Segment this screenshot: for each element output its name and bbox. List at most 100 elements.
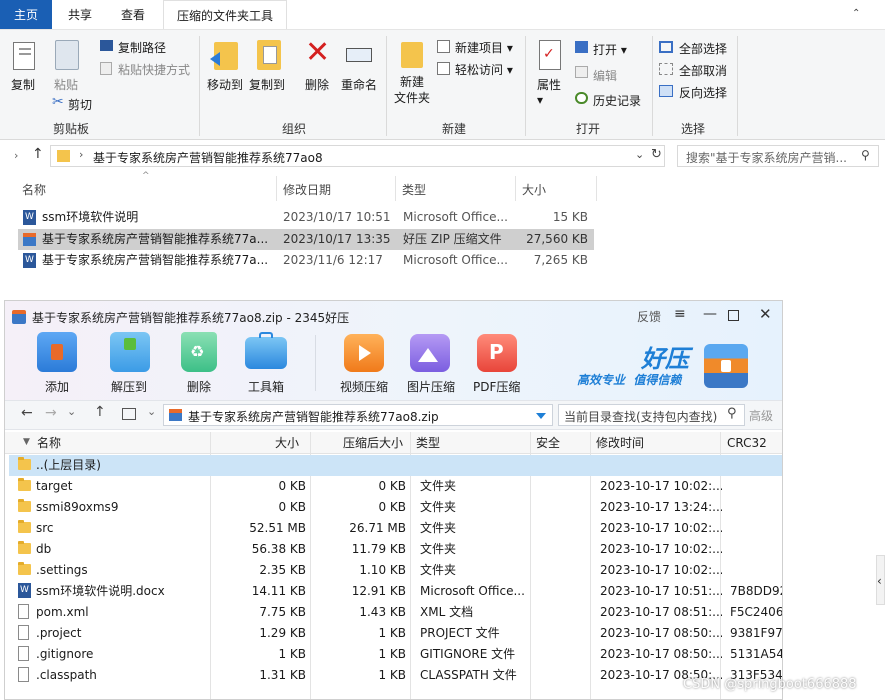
advanced-search-link[interactable]: 高级	[749, 407, 773, 424]
column-header-type[interactable]: 类型	[416, 432, 440, 454]
side-collapse-handle[interactable]: ‹	[876, 555, 885, 605]
archive-row[interactable]: .settings 2.35 KB 1.10 KB 文件夹 2023-10-17 10:…	[9, 560, 782, 581]
row-compressed-size: 26.71 MB	[349, 521, 406, 535]
column-header-compressed-size[interactable]: 压缩后大小	[343, 432, 403, 454]
archive-row[interactable]: pom.xml 7.75 KB 1.43 KB XML 文档 2023-10-17 08…	[9, 602, 782, 623]
forward-arrow-icon[interactable]: →	[45, 405, 57, 421]
tab-compressed-tools[interactable]: 压缩的文件夹工具	[163, 0, 287, 29]
column-header-name[interactable]: 名称	[22, 181, 46, 198]
column-header-size[interactable]: 大小	[522, 181, 546, 198]
column-header-security[interactable]: 安全	[536, 432, 560, 454]
copy-to-button[interactable]: 复制到	[249, 76, 285, 93]
file-row-selected[interactable]: 基于专家系统房产营销智能推荐系统77a... 2023/10/17 13:35 …	[18, 229, 594, 250]
feedback-link[interactable]: 反馈	[637, 308, 661, 325]
row-compressed-size: 0 KB	[378, 479, 406, 493]
column-header-crc32[interactable]: CRC32	[727, 432, 767, 454]
file-icon	[18, 667, 29, 682]
select-all-icon	[659, 41, 673, 53]
archive-row[interactable]: ssmi89oxms9 0 KB 0 KB 文件夹 2023-10-17 13:24:.…	[9, 497, 782, 518]
address-bar[interactable]: › 基于专家系统房产营销智能推荐系统77ao8 ⌄ ↻	[50, 145, 665, 167]
view-mode-chevron-icon[interactable]: ⌄	[147, 405, 156, 418]
archive-row[interactable]: db 56.38 KB 11.79 KB 文件夹 2023-10-17 10:02:..…	[9, 539, 782, 560]
chevron-right-icon[interactable]: ›	[14, 149, 18, 162]
archive-row[interactable]: src 52.51 MB 26.71 MB 文件夹 2023-10-17 10:02:.…	[9, 518, 782, 539]
view-mode-icon[interactable]	[122, 408, 136, 420]
recycle-bin-icon[interactable]: ♻	[181, 332, 217, 372]
new-item-button[interactable]: 新建项目 ▾	[455, 39, 513, 56]
explorer-search-box[interactable]: 搜索"基于专家系统房产营销... ⚲	[677, 145, 879, 167]
path-dropdown-icon[interactable]	[536, 413, 546, 419]
archive-row[interactable]: .project 1.29 KB 1 KB PROJECT 文件 2023-10-17 …	[9, 623, 782, 644]
tab-share[interactable]: 共享	[55, 0, 105, 29]
edit-button[interactable]: 编辑	[593, 67, 617, 84]
refresh-icon[interactable]: ↻	[651, 147, 662, 162]
copy-path-button[interactable]: 复制路径	[118, 39, 166, 56]
file-row[interactable]: W ssm环境软件说明 2023/10/17 10:51 Microsoft O…	[18, 207, 594, 228]
open-button[interactable]: 打开 ▾	[593, 41, 627, 58]
chevron-down-icon[interactable]: ⌄	[635, 148, 644, 161]
add-icon[interactable]	[37, 332, 77, 372]
invert-selection-button[interactable]: 反向选择	[679, 84, 727, 101]
tab-home[interactable]: 主页	[0, 0, 52, 29]
search-icon[interactable]: ⚲	[861, 148, 870, 162]
move-to-button[interactable]: 移动到	[207, 76, 243, 93]
minimize-icon[interactable]: —	[703, 306, 717, 322]
row-modified: 2023-10-17 10:02:...	[600, 479, 722, 493]
archive-search-input[interactable]: 当前目录查找(支持包内查找) ⚲	[558, 404, 745, 426]
row-compressed-size: 1 KB	[378, 647, 406, 661]
maximize-icon[interactable]	[728, 310, 739, 321]
paste-button[interactable]: 粘贴	[54, 76, 78, 93]
archive-row[interactable]: Wssm环境软件说明.docx 14.11 KB 12.91 KB Microsoft…	[9, 581, 782, 602]
column-header-modified[interactable]: 修改时间	[596, 432, 644, 454]
file-row[interactable]: W 基于专家系统房产营销智能推荐系统77a... 2023/11/6 12:17…	[18, 250, 594, 271]
row-name: target	[36, 479, 73, 493]
column-divider[interactable]	[515, 176, 516, 201]
paste-shortcut-button[interactable]: 粘贴快捷方式	[118, 61, 190, 78]
new-folder-button[interactable]: 新建 文件夹	[394, 74, 430, 106]
column-header-type[interactable]: 类型	[402, 181, 426, 198]
toolbox-icon[interactable]	[245, 332, 287, 369]
close-icon[interactable]: ✕	[759, 305, 772, 323]
row-compressed-size: 1.10 KB	[359, 563, 406, 577]
back-arrow-icon[interactable]: ←	[21, 405, 33, 421]
column-header-name[interactable]: 名称	[37, 432, 61, 454]
column-header-date[interactable]: 修改日期	[283, 181, 331, 198]
copy-icon[interactable]	[13, 42, 35, 70]
properties-button[interactable]: 属性 ▾	[537, 76, 561, 107]
copy-button[interactable]: 复制	[11, 76, 35, 93]
rename-button[interactable]: 重命名	[341, 76, 377, 93]
easy-access-button[interactable]: 轻松访问 ▾	[455, 61, 513, 78]
archive-row[interactable]: .classpath 1.31 KB 1 KB CLASSPATH 文件 2023-10…	[9, 665, 782, 686]
archive-row[interactable]: target 0 KB 0 KB 文件夹 2023-10-17 10:02:...	[9, 476, 782, 497]
dropdown-chevron-icon[interactable]: ⌄	[67, 405, 76, 418]
extract-to-icon[interactable]	[110, 332, 150, 372]
delete-button[interactable]: 删除	[305, 76, 329, 93]
video-compress-icon[interactable]	[344, 334, 384, 372]
select-none-button[interactable]: 全部取消	[679, 62, 727, 79]
parent-directory-row[interactable]: ..(上层目录)	[9, 455, 782, 476]
column-header-size[interactable]: 大小	[275, 432, 299, 454]
divider	[199, 36, 200, 136]
cut-button[interactable]: 剪切	[68, 96, 92, 113]
archive-row[interactable]: .gitignore 1 KB 1 KB GITIGNORE 文件 2023-10-17…	[9, 644, 782, 665]
row-modified: 2023-10-17 13:24:...	[600, 500, 722, 514]
chevron-up-icon[interactable]: ⌃	[852, 8, 864, 20]
row-crc32: 7B8DD928	[730, 584, 782, 598]
history-button[interactable]: 历史记录	[593, 92, 641, 109]
column-divider[interactable]	[596, 176, 597, 201]
up-level-icon[interactable]: ↑	[94, 404, 106, 420]
group-label-organize: 组织	[282, 122, 307, 136]
archive-path-field[interactable]: 基于专家系统房产营销智能推荐系统77ao8.zip	[163, 404, 553, 426]
pdf-compress-icon[interactable]: P	[477, 334, 517, 372]
column-divider[interactable]	[395, 176, 396, 201]
image-compress-icon[interactable]	[410, 334, 450, 372]
tab-view[interactable]: 查看	[108, 0, 158, 29]
select-all-button[interactable]: 全部选择	[679, 40, 727, 57]
up-arrow-icon[interactable]: ↑	[32, 146, 44, 162]
menu-icon[interactable]: ≡	[674, 306, 686, 322]
history-icon	[575, 92, 588, 104]
search-icon[interactable]: ⚲	[727, 406, 737, 421]
column-divider[interactable]	[276, 176, 277, 201]
archive-search-placeholder: 当前目录查找(支持包内查找)	[564, 410, 718, 424]
address-path[interactable]: 基于专家系统房产营销智能推荐系统77ao8	[93, 149, 323, 166]
